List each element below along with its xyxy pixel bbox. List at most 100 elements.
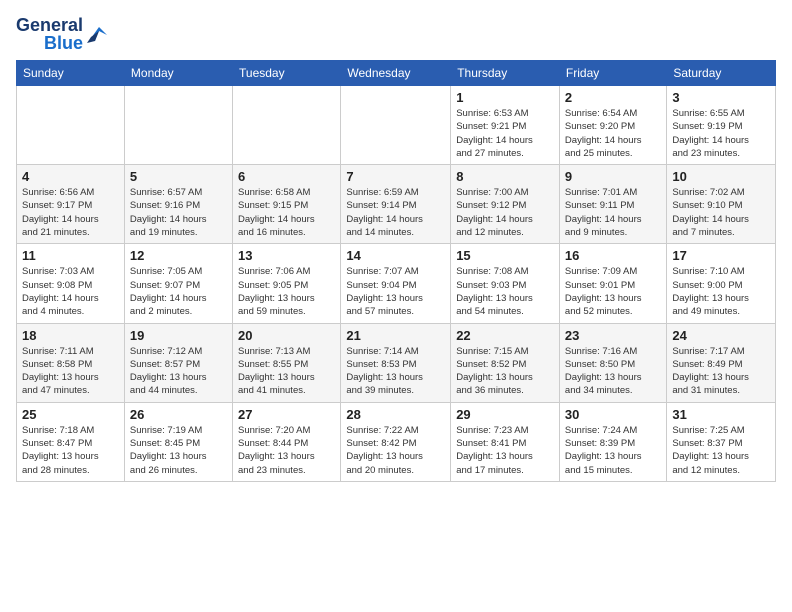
- day-number: 4: [22, 169, 119, 184]
- calendar-cell: 4 Sunrise: 6:56 AM Sunset: 9:17 PM Daylig…: [17, 165, 125, 244]
- calendar-cell: 25 Sunrise: 7:18 AM Sunset: 8:47 PM Dayli…: [17, 402, 125, 481]
- weekday-header-friday: Friday: [559, 61, 666, 86]
- calendar-cell: 3 Sunrise: 6:55 AM Sunset: 9:19 PM Daylig…: [667, 86, 776, 165]
- day-info: Sunrise: 6:55 AM Sunset: 9:19 PM Dayligh…: [672, 107, 770, 160]
- day-info: Sunrise: 6:58 AM Sunset: 9:15 PM Dayligh…: [238, 186, 335, 239]
- weekday-header-saturday: Saturday: [667, 61, 776, 86]
- calendar-cell: [124, 86, 232, 165]
- day-info: Sunrise: 6:56 AM Sunset: 9:17 PM Dayligh…: [22, 186, 119, 239]
- calendar-cell: [341, 86, 451, 165]
- day-info: Sunrise: 7:22 AM Sunset: 8:42 PM Dayligh…: [346, 424, 445, 477]
- day-number: 23: [565, 328, 661, 343]
- day-number: 31: [672, 407, 770, 422]
- calendar-cell: 26 Sunrise: 7:19 AM Sunset: 8:45 PM Dayli…: [124, 402, 232, 481]
- calendar-cell: 22 Sunrise: 7:15 AM Sunset: 8:52 PM Dayli…: [451, 323, 560, 402]
- day-number: 21: [346, 328, 445, 343]
- calendar-cell: 17Sunrise: 7:10 AM Sunset: 9:00 PM Dayli…: [667, 244, 776, 323]
- day-info: Sunrise: 7:00 AM Sunset: 9:12 PM Dayligh…: [456, 186, 554, 239]
- day-info: Sunrise: 7:03 AM Sunset: 9:08 PM Dayligh…: [22, 265, 119, 318]
- day-number: 11: [22, 248, 119, 263]
- day-number: 14: [346, 248, 445, 263]
- header-area: General Blue: [16, 16, 776, 52]
- day-info: Sunrise: 7:18 AM Sunset: 8:47 PM Dayligh…: [22, 424, 119, 477]
- calendar-cell: 21 Sunrise: 7:14 AM Sunset: 8:53 PM Dayli…: [341, 323, 451, 402]
- calendar-cell: 13Sunrise: 7:06 AM Sunset: 9:05 PM Dayli…: [233, 244, 341, 323]
- weekday-header-monday: Monday: [124, 61, 232, 86]
- day-info: Sunrise: 6:54 AM Sunset: 9:20 PM Dayligh…: [565, 107, 661, 160]
- day-info: Sunrise: 7:07 AM Sunset: 9:04 PM Dayligh…: [346, 265, 445, 318]
- calendar-cell: 29 Sunrise: 7:23 AM Sunset: 8:41 PM Dayli…: [451, 402, 560, 481]
- day-number: 19: [130, 328, 227, 343]
- calendar-cell: 24 Sunrise: 7:17 AM Sunset: 8:49 PM Dayli…: [667, 323, 776, 402]
- calendar-cell: 23 Sunrise: 7:16 AM Sunset: 8:50 PM Dayli…: [559, 323, 666, 402]
- day-info: Sunrise: 7:25 AM Sunset: 8:37 PM Dayligh…: [672, 424, 770, 477]
- calendar-cell: 11 Sunrise: 7:03 AM Sunset: 9:08 PM Dayli…: [17, 244, 125, 323]
- day-info: Sunrise: 7:02 AM Sunset: 9:10 PM Dayligh…: [672, 186, 770, 239]
- calendar-cell: 2 Sunrise: 6:54 AM Sunset: 9:20 PM Daylig…: [559, 86, 666, 165]
- weekday-header-wednesday: Wednesday: [341, 61, 451, 86]
- day-info: Sunrise: 7:14 AM Sunset: 8:53 PM Dayligh…: [346, 345, 445, 398]
- day-number: 13: [238, 248, 335, 263]
- weekday-header-tuesday: Tuesday: [233, 61, 341, 86]
- day-info: Sunrise: 7:20 AM Sunset: 8:44 PM Dayligh…: [238, 424, 335, 477]
- calendar-cell: 16 Sunrise: 7:09 AM Sunset: 9:01 PM Dayli…: [559, 244, 666, 323]
- day-number: 16: [565, 248, 661, 263]
- day-number: 17: [672, 248, 770, 263]
- day-info: Sunrise: 7:17 AM Sunset: 8:49 PM Dayligh…: [672, 345, 770, 398]
- day-number: 2: [565, 90, 661, 105]
- day-info: Sunrise: 7:23 AM Sunset: 8:41 PM Dayligh…: [456, 424, 554, 477]
- day-number: 18: [22, 328, 119, 343]
- calendar-cell: 14 Sunrise: 7:07 AM Sunset: 9:04 PM Dayli…: [341, 244, 451, 323]
- day-info: Sunrise: 7:09 AM Sunset: 9:01 PM Dayligh…: [565, 265, 661, 318]
- day-number: 28: [346, 407, 445, 422]
- calendar-cell: 27Sunrise: 7:20 AM Sunset: 8:44 PM Dayli…: [233, 402, 341, 481]
- calendar-cell: 8 Sunrise: 7:00 AM Sunset: 9:12 PM Daylig…: [451, 165, 560, 244]
- calendar-cell: 5 Sunrise: 6:57 AM Sunset: 9:16 PM Daylig…: [124, 165, 232, 244]
- day-info: Sunrise: 7:05 AM Sunset: 9:07 PM Dayligh…: [130, 265, 227, 318]
- day-info: Sunrise: 7:01 AM Sunset: 9:11 PM Dayligh…: [565, 186, 661, 239]
- calendar-cell: 1Sunrise: 6:53 AM Sunset: 9:21 PM Daylig…: [451, 86, 560, 165]
- calendar-cell: [17, 86, 125, 165]
- calendar-cell: 10 Sunrise: 7:02 AM Sunset: 9:10 PM Dayli…: [667, 165, 776, 244]
- calendar-cell: 7 Sunrise: 6:59 AM Sunset: 9:14 PM Daylig…: [341, 165, 451, 244]
- day-info: Sunrise: 7:15 AM Sunset: 8:52 PM Dayligh…: [456, 345, 554, 398]
- weekday-header-thursday: Thursday: [451, 61, 560, 86]
- day-info: Sunrise: 6:59 AM Sunset: 9:14 PM Dayligh…: [346, 186, 445, 239]
- day-number: 9: [565, 169, 661, 184]
- calendar-cell: 12 Sunrise: 7:05 AM Sunset: 9:07 PM Dayli…: [124, 244, 232, 323]
- day-info: Sunrise: 7:08 AM Sunset: 9:03 PM Dayligh…: [456, 265, 554, 318]
- calendar-cell: [233, 86, 341, 165]
- day-number: 24: [672, 328, 770, 343]
- day-info: Sunrise: 7:24 AM Sunset: 8:39 PM Dayligh…: [565, 424, 661, 477]
- day-number: 5: [130, 169, 227, 184]
- day-number: 29: [456, 407, 554, 422]
- day-info: Sunrise: 7:12 AM Sunset: 8:57 PM Dayligh…: [130, 345, 227, 398]
- day-number: 3: [672, 90, 770, 105]
- day-number: 22: [456, 328, 554, 343]
- calendar-cell: 31 Sunrise: 7:25 AM Sunset: 8:37 PM Dayli…: [667, 402, 776, 481]
- calendar-cell: 15 Sunrise: 7:08 AM Sunset: 9:03 PM Dayli…: [451, 244, 560, 323]
- day-info: Sunrise: 6:57 AM Sunset: 9:16 PM Dayligh…: [130, 186, 227, 239]
- calendar-cell: 30 Sunrise: 7:24 AM Sunset: 8:39 PM Dayli…: [559, 402, 666, 481]
- logo-icon: [85, 23, 107, 45]
- calendar-table: SundayMondayTuesdayWednesdayThursdayFrid…: [16, 60, 776, 482]
- day-number: 25: [22, 407, 119, 422]
- day-info: Sunrise: 7:19 AM Sunset: 8:45 PM Dayligh…: [130, 424, 227, 477]
- calendar-cell: 9 Sunrise: 7:01 AM Sunset: 9:11 PM Daylig…: [559, 165, 666, 244]
- day-info: Sunrise: 7:11 AM Sunset: 8:58 PM Dayligh…: [22, 345, 119, 398]
- day-number: 7: [346, 169, 445, 184]
- day-number: 10: [672, 169, 770, 184]
- day-number: 12: [130, 248, 227, 263]
- day-number: 15: [456, 248, 554, 263]
- day-number: 8: [456, 169, 554, 184]
- day-info: Sunrise: 7:16 AM Sunset: 8:50 PM Dayligh…: [565, 345, 661, 398]
- calendar-cell: 6 Sunrise: 6:58 AM Sunset: 9:15 PM Daylig…: [233, 165, 341, 244]
- day-number: 6: [238, 169, 335, 184]
- day-number: 20: [238, 328, 335, 343]
- logo: General Blue: [16, 16, 107, 52]
- day-number: 30: [565, 407, 661, 422]
- day-number: 26: [130, 407, 227, 422]
- calendar-cell: 19 Sunrise: 7:12 AM Sunset: 8:57 PM Dayli…: [124, 323, 232, 402]
- weekday-header-sunday: Sunday: [17, 61, 125, 86]
- calendar-cell: 20Sunrise: 7:13 AM Sunset: 8:55 PM Dayli…: [233, 323, 341, 402]
